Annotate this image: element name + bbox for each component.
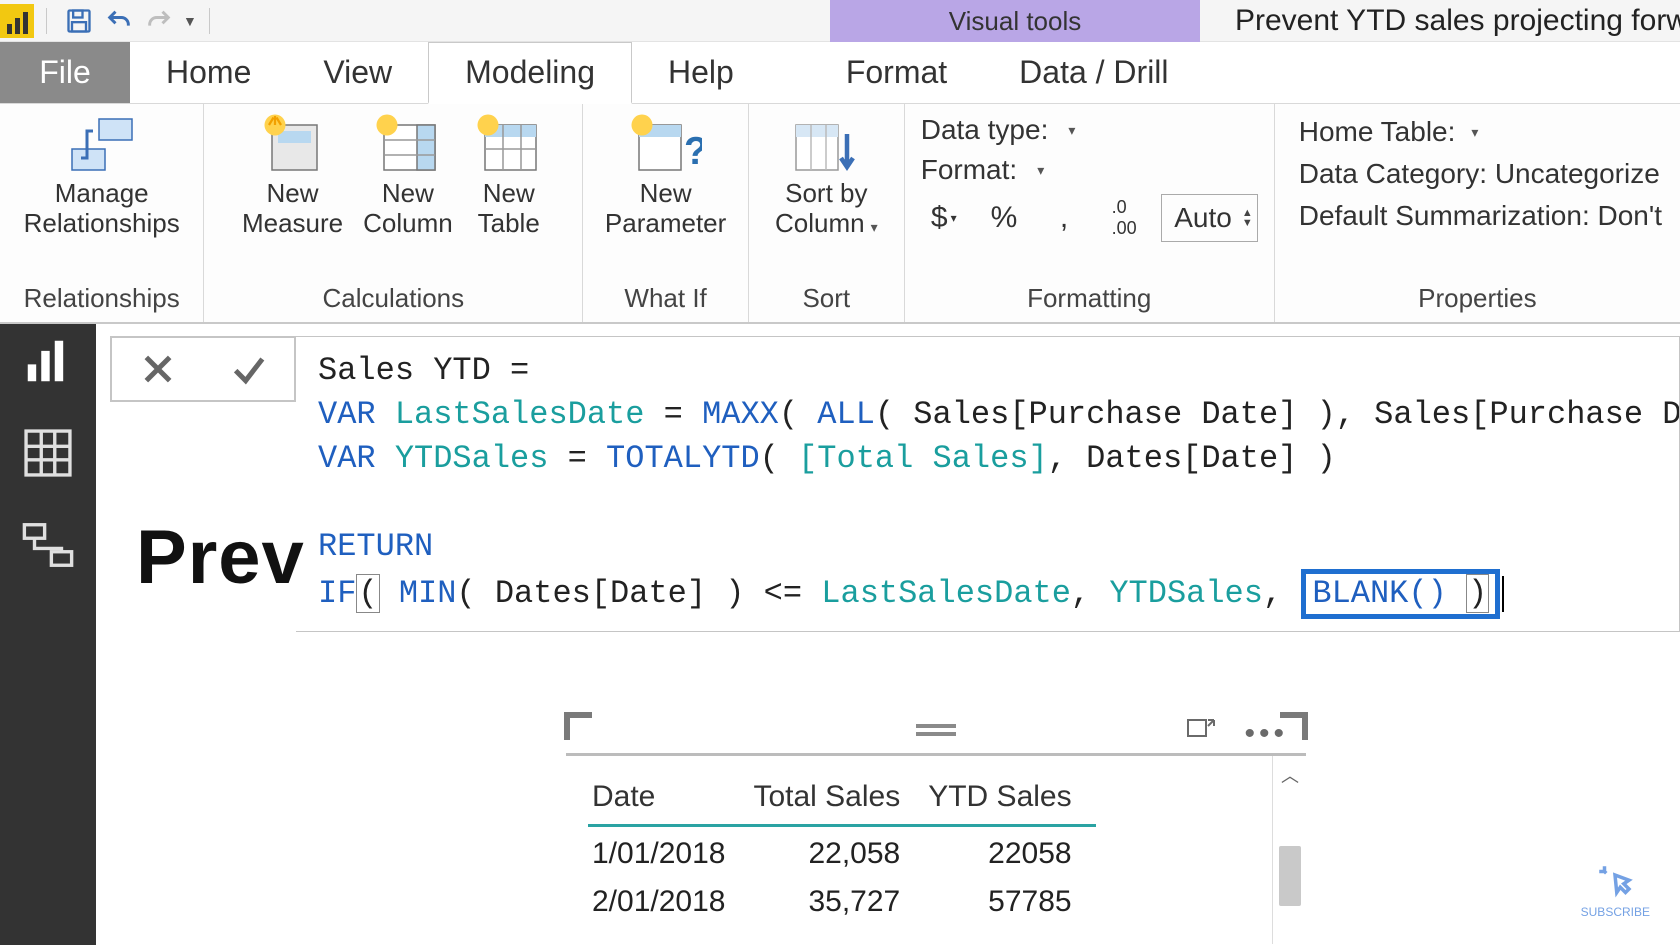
manage-relationships-button[interactable]: Manage Relationships [18,114,186,240]
group-label: What If [593,277,738,322]
tab-home[interactable]: Home [130,41,287,103]
parameter-icon: ? [630,113,702,179]
ribbon: Manage Relationships Relationships New M… [0,104,1680,324]
ribbon-group-sort: Sort by Column▾ Sort [749,104,905,322]
document-title: Prevent YTD sales projecting forwa [1235,0,1680,42]
nav-data-view[interactable] [21,426,75,480]
default-summarization-label: Default Summarization: Don't [1299,200,1662,232]
formula-cancel-button[interactable] [112,338,203,400]
redo-button[interactable] [139,1,179,41]
tab-data-drill[interactable]: Data / Drill [983,41,1204,103]
model-icon [21,518,75,572]
table-row[interactable]: 2/01/2018 35,727 57785 [588,875,1096,923]
ribbon-group-relationships: Manage Relationships Relationships [0,104,204,322]
sort-icon [790,113,862,179]
decimal-button[interactable]: .0.00 [1101,194,1147,242]
x-icon [138,349,178,389]
blank-highlight: BLANK() ) [1301,569,1500,619]
new-parameter-button[interactable]: ? New Parameter [599,114,732,240]
measure-icon [257,113,329,179]
home-table-label: Home Table: [1299,116,1456,148]
tab-help[interactable]: Help [632,41,770,103]
grid-icon [21,426,75,480]
qat-customize-caret[interactable]: ▼ [183,13,197,29]
col-header-ytd-sales[interactable]: YTD Sales [924,774,1095,826]
nav-report-view[interactable] [21,334,75,388]
visual-header: ••• [566,714,1306,756]
table-row[interactable]: 1/01/2018 22,058 22058 [588,826,1096,876]
ribbon-group-properties: Home Table: ▾ Data Category: Uncategorize… [1275,104,1680,322]
visual-scrollbar[interactable]: ︿ [1272,756,1306,944]
focus-icon [1186,718,1216,744]
drag-grip-icon[interactable] [916,724,956,736]
subscribe-watermark: SUBSCRIBE [1581,861,1650,919]
format-label: Format: [921,154,1017,186]
format-dropdown[interactable]: ▾ [1037,162,1044,179]
left-nav [0,324,96,945]
tab-modeling[interactable]: Modeling [428,42,632,104]
undo-button[interactable] [99,1,139,41]
tab-file[interactable]: File [0,41,130,103]
data-type-dropdown[interactable]: ▾ [1068,122,1075,139]
new-column-button[interactable]: New Column [357,114,459,240]
focus-mode-button[interactable] [1186,718,1216,749]
text-cursor [1502,576,1504,612]
cursor-click-icon [1594,861,1636,903]
formula-bar: Sales YTD = VAR LastSalesDate = MAXX( AL… [110,336,1680,632]
col-header-total-sales[interactable]: Total Sales [749,774,924,826]
check-icon [229,349,269,389]
ribbon-group-whatif: ? New Parameter What If [583,104,749,322]
percent-button[interactable]: % [981,194,1027,242]
data-category-label: Data Category: Uncategorize [1299,158,1660,190]
formula-commit-button[interactable] [203,338,294,400]
column-icon [372,113,444,179]
group-label: Sort [759,277,894,322]
relationship-icon [66,116,138,176]
group-label: Formatting [915,277,1264,322]
home-table-dropdown[interactable]: ▾ [1471,124,1478,141]
report-canvas: Prev Sales YTD = VAR LastSalesDate = MAX… [96,324,1680,945]
new-measure-button[interactable]: New Measure [236,114,349,240]
ribbon-group-calculations: New Measure New Column New Table Calcula… [204,104,583,322]
table-icon [473,113,545,179]
title-bar: ▼ Visual tools Prevent YTD sales project… [0,0,1680,42]
tab-format[interactable]: Format [810,41,983,103]
formula-editor[interactable]: Sales YTD = VAR LastSalesDate = MAXX( AL… [296,336,1680,632]
group-label: Calculations [214,277,572,322]
bar-chart-icon [21,334,75,388]
ribbon-group-formatting: Data type: ▾ Format: ▾ $▾ % , .0.00 Auto ▲… [905,104,1275,322]
more-options-button[interactable]: ••• [1244,717,1288,751]
thousands-button[interactable]: , [1041,194,1087,242]
app-icon [0,4,34,38]
currency-button[interactable]: $▾ [921,194,967,242]
group-label: Relationships [10,277,193,322]
svg-text:?: ? [684,130,702,173]
save-button[interactable] [59,1,99,41]
data-type-label: Data type: [921,114,1049,146]
scroll-thumb[interactable] [1279,846,1301,906]
nav-model-view[interactable] [21,518,75,572]
table-body: Date Total Sales YTD Sales 1/01/2018 22,… [566,756,1272,944]
ribbon-tabs: File Home View Modeling Help Format Data… [0,42,1680,104]
separator [46,8,47,34]
scroll-up-icon[interactable]: ︿ [1281,762,1299,788]
table-visual[interactable]: ••• Date Total Sales YTD Sales 1/01/2018… [566,714,1306,944]
group-label: Properties [1285,277,1670,322]
sort-by-column-button[interactable]: Sort by Column▾ [769,114,884,244]
decimal-places-input[interactable]: Auto ▲▼ [1161,194,1258,242]
separator [209,8,210,34]
context-tab-visual-tools[interactable]: Visual tools [830,0,1200,42]
tab-view[interactable]: View [287,41,428,103]
col-header-date[interactable]: Date [588,774,749,826]
new-table-button[interactable]: New Table [467,114,551,240]
